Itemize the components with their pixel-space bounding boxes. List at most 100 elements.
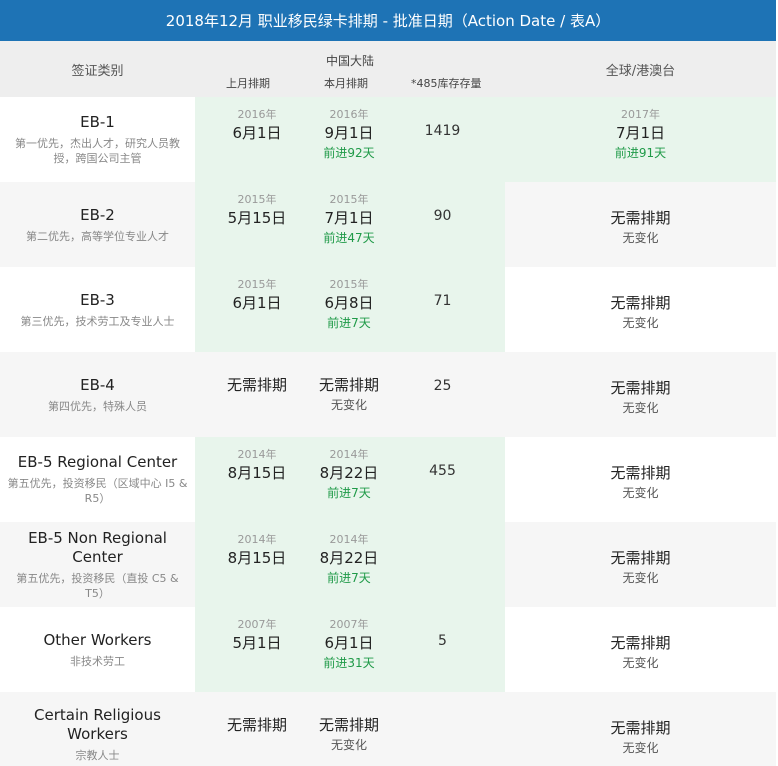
category-desc: 第三优先，技术劳工及专业人士: [20, 314, 175, 328]
mainland-cell: 2014年 8月15日 2014年 8月22日 前进7天: [195, 522, 505, 607]
curr-year: 2014年: [329, 448, 369, 461]
header-inventory: *485库存存量: [411, 77, 482, 90]
category-name: EB-1: [80, 113, 115, 131]
category-cell: EB-2 第二优先，高等学位专业人才: [0, 182, 195, 267]
curr-date: 6月1日: [324, 634, 374, 652]
curr-change: 前进31天: [323, 656, 375, 670]
inventory-value: 71: [433, 293, 452, 309]
category-cell: EB-1 第一优先，杰出人才，研究人员教授，跨国公司主管: [0, 97, 195, 182]
curr-date: 6月8日: [324, 294, 374, 312]
global-cell: 无需排期 无变化: [505, 607, 776, 692]
global-date: 无需排期: [610, 379, 671, 397]
curr-date: 7月1日: [324, 209, 374, 227]
global-change: 无变化: [622, 401, 659, 415]
category-name: Certain Religious Workers: [34, 706, 161, 743]
category-name: Other Workers: [43, 630, 152, 649]
prev-date-cell: 2014年 8月15日: [207, 533, 307, 569]
table-row: EB-1 第一优先，杰出人才，研究人员教授，跨国公司主管 2016年 6月1日 2016…: [0, 97, 776, 182]
mainland-cell: 2015年 5月15日 2015年 7月1日 前进47天 90: [195, 182, 505, 267]
header-last-month: 上月排期: [226, 77, 270, 90]
table-title: 2018年12月 职业移民绿卡排期 - 批准日期（Action Date / 表…: [0, 0, 776, 41]
global-change: 无变化: [622, 571, 659, 585]
category-cell: EB-5 Regional Center 第五优先，投资移民（区域中心 I5 & …: [0, 437, 195, 522]
table-row: Other Workers 非技术劳工 2007年 5月1日 2007年 6月1日 前进31…: [0, 607, 776, 692]
global-date: 7月1日: [615, 124, 666, 142]
curr-date-cell: 2007年 6月1日前进31天: [299, 618, 399, 672]
curr-year: 2015年: [329, 278, 369, 291]
curr-change: 前进92天: [323, 146, 375, 160]
prev-date: 8月15日: [227, 464, 287, 482]
prev-date-cell: 2015年 6月1日: [207, 278, 307, 314]
global-date-cell: 无需排期 无变化: [505, 207, 776, 247]
category-desc: 第二优先，高等学位专业人才: [26, 229, 169, 243]
table-title-text: 2018年12月 职业移民绿卡排期 - 批准日期（Action Date / 表…: [165, 12, 611, 30]
prev-date-cell: 2016年 6月1日: [207, 108, 307, 144]
prev-year: 2014年: [237, 533, 277, 546]
category-name: EB-5 Non Regional Center: [28, 528, 167, 566]
table-row: EB-5 Regional Center 第五优先，投资移民（区域中心 I5 & …: [0, 437, 776, 522]
global-date: 无需排期: [610, 719, 671, 737]
prev-date: 6月1日: [232, 294, 282, 312]
inventory-value: 1419: [424, 123, 461, 139]
table-row: EB-4 第四优先，特殊人员 无需排期 无需排期 无变化 25 无需排期 无变化: [0, 352, 776, 437]
curr-date-cell: 无需排期 无变化: [299, 374, 399, 414]
global-date-cell: 2017年 7月1日 前进91天: [505, 108, 776, 162]
prev-year: 2015年: [237, 193, 277, 206]
table-row: EB-2 第二优先，高等学位专业人才 2015年 5月15日 2015年 7月1日 前进47…: [0, 182, 776, 267]
global-date: 无需排期: [610, 294, 671, 312]
curr-year: 2007年: [329, 618, 369, 631]
inventory-value: 5: [438, 633, 447, 649]
prev-year: 2016年: [237, 108, 277, 121]
prev-date: 无需排期: [226, 376, 287, 394]
category-desc: 第四优先，特殊人员: [48, 399, 147, 413]
prev-year: 2014年: [237, 448, 277, 461]
global-date-cell: 无需排期 无变化: [505, 632, 776, 672]
category-cell: EB-5 Non Regional Center 第五优先，投资移民（直投 C5 …: [0, 522, 195, 607]
curr-date-cell: 2015年 7月1日 前进47天: [299, 193, 399, 247]
prev-date: 6月1日: [232, 124, 282, 142]
curr-change: 前进7天: [327, 316, 371, 330]
global-date-cell: 无需排期 无变化: [505, 292, 776, 332]
global-date: 无需排期: [610, 464, 671, 482]
curr-date-cell: 2016年 9月1日前进92天: [299, 108, 399, 162]
global-date: 无需排期: [610, 549, 671, 567]
global-change: 无变化: [622, 741, 659, 755]
mainland-cell: 2015年 6月1日 2015年 6月8日前进7天 71: [195, 267, 505, 352]
category-cell: Other Workers 非技术劳工: [0, 607, 195, 692]
curr-change: 无变化: [330, 398, 367, 412]
curr-date: 8月22日: [319, 549, 379, 567]
table-header: 签证类别 中国大陆 上月排期 本月排期 *485库存存量 全球/港澳台: [0, 41, 776, 97]
prev-date: 5月1日: [232, 634, 282, 652]
prev-date-cell: 2007年 5月1日: [207, 618, 307, 654]
global-cell: 无需排期 无变化: [505, 692, 776, 766]
mainland-cell: 2007年 5月1日 2007年 6月1日 前进31天 5: [195, 607, 505, 692]
curr-year: 2016年: [329, 108, 369, 121]
curr-date-cell: 2014年 8月22日前进7天: [299, 448, 399, 502]
curr-change: 前进47天: [323, 231, 375, 245]
global-date: 无需排期: [610, 634, 671, 652]
global-year: 2017年: [621, 108, 660, 121]
category-desc: 非技术劳工: [70, 654, 125, 668]
global-cell: 无需排期 无变化: [505, 437, 776, 522]
global-cell: 2017年 7月1日 前进91天: [505, 97, 776, 182]
global-cell: 无需排期 无变化: [505, 352, 776, 437]
category-desc: 第一优先，杰出人才，研究人员教授，跨国公司主管: [15, 137, 180, 165]
global-change: 无变化: [622, 486, 659, 500]
curr-date: 8月22日: [319, 464, 379, 482]
global-change: 无变化: [622, 231, 659, 245]
category-cell: Certain Religious Workers 宗教人士: [0, 692, 195, 766]
mainland-cell: 2014年 8月15日 2014年 8月22日 前进7天 455: [195, 437, 505, 522]
table-row: EB-3 第三优先，技术劳工及专业人士 2015年 6月1日 2015年 6月8日前进7天…: [0, 267, 776, 352]
header-global: 全球/港澳台: [605, 63, 676, 79]
global-cell: 无需排期 无变化: [505, 522, 776, 607]
table-row: Certain Religious Workers 宗教人士 无需排期 无需排期 无变化…: [0, 692, 776, 766]
header-mainland: 中国大陆: [325, 54, 374, 68]
prev-date: 无需排期: [226, 716, 287, 734]
category-cell: EB-3 第三优先，技术劳工及专业人士: [0, 267, 195, 352]
global-date-cell: 无需排期 无变化: [505, 377, 776, 417]
category-desc: 第五优先，投资移民（区域中心 I5 & R5）: [7, 477, 188, 505]
curr-change: 前进7天: [327, 486, 371, 500]
mainland-cell: 无需排期 无需排期 无变化: [195, 692, 505, 766]
global-cell: 无需排期 无变化: [505, 267, 776, 352]
curr-date: 9月1日: [324, 124, 374, 142]
